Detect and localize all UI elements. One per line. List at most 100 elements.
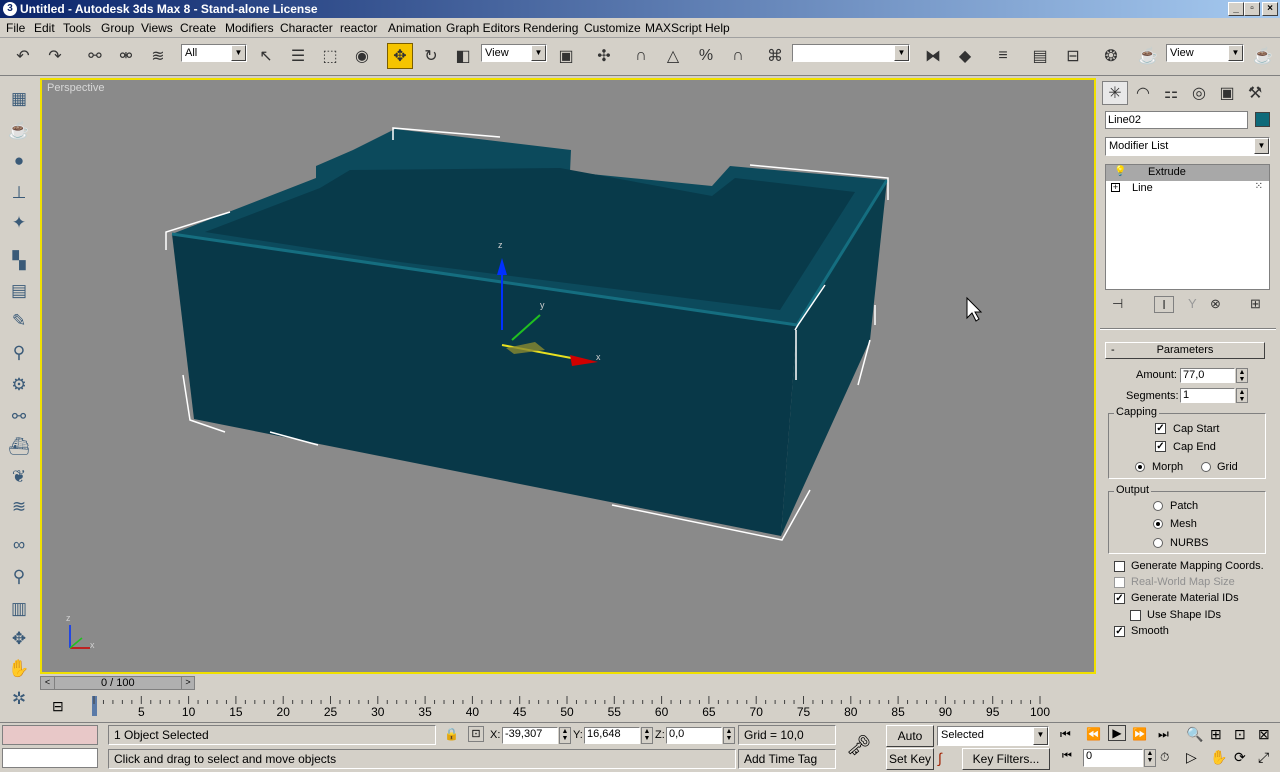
key-mode-toggle-icon[interactable]: ⏮ <box>1062 750 1072 763</box>
grid-radio[interactable] <box>1201 462 1211 472</box>
curve-editor-icon[interactable]: ▤ <box>1027 43 1053 69</box>
menu-tools[interactable]: Tools <box>63 21 91 35</box>
render-scene-icon[interactable]: ☕ <box>1135 43 1161 69</box>
remove-modifier-icon[interactable]: ⊗ <box>1210 296 1221 312</box>
amount-spinner[interactable]: 77,0 ▲ ▼ <box>1180 368 1248 383</box>
play-icon[interactable]: ▶ <box>1108 725 1126 741</box>
show-end-result-icon[interactable]: Ι <box>1154 296 1174 313</box>
menu-file[interactable]: File <box>6 21 25 35</box>
generate-matids-checkbox[interactable]: ✓ <box>1114 593 1125 604</box>
schematic-view-icon[interactable]: ⊟ <box>1060 43 1086 69</box>
select-object-icon[interactable]: ↖ <box>253 43 279 69</box>
select-and-rotate-icon[interactable]: ↻ <box>418 43 444 69</box>
menu-maxscript[interactable]: MAXScript <box>645 21 702 35</box>
reference-coordinate-dropdown[interactable]: View ▼ <box>481 44 547 62</box>
go-to-end-icon[interactable]: ⏭ <box>1158 727 1169 742</box>
create-tab-icon[interactable]: ✳ <box>1102 81 1128 105</box>
menu-customize[interactable]: Customize <box>584 21 641 35</box>
named-selection-dropdown[interactable]: ▼ <box>792 44 910 62</box>
settings-wheel-icon[interactable]: ✲ <box>6 686 32 712</box>
maxscript-listener-white[interactable] <box>2 748 98 768</box>
star-icon[interactable]: ✦ <box>6 210 32 236</box>
layer-manager-icon[interactable]: ≡ <box>990 43 1016 69</box>
select-and-link-icon[interactable]: ⚯ <box>82 43 108 69</box>
biped-icon[interactable]: ⚲ <box>6 564 32 590</box>
use-shape-ids-checkbox[interactable] <box>1130 610 1141 621</box>
pivot-center-icon[interactable]: ▣ <box>553 43 579 69</box>
menu-help[interactable]: Help <box>705 21 730 35</box>
real-world-checkbox[interactable] <box>1114 577 1125 588</box>
redo-icon[interactable]: ↷ <box>42 43 68 69</box>
configure-sets-icon[interactable]: ⊞ <box>1250 296 1261 312</box>
patch-radio[interactable] <box>1153 501 1163 511</box>
stack-item-extrude[interactable]: 💡 Extrude <box>1106 165 1269 181</box>
maxscript-listener-pink[interactable] <box>2 725 98 745</box>
gear-icon[interactable]: ⚙ <box>6 372 32 398</box>
key-mode-dropdown[interactable]: Selected ▼ <box>937 726 1049 746</box>
object-color-swatch[interactable] <box>1255 112 1270 127</box>
modifier-list-dropdown[interactable]: Modifier List ▼ <box>1105 137 1270 156</box>
align-icon[interactable]: ◆ <box>952 43 978 69</box>
unlink-icon[interactable]: ⚮ <box>113 43 139 69</box>
hand-icon[interactable]: ✋ <box>6 656 32 682</box>
edit-named-selection-icon[interactable]: ⌘ <box>762 43 788 69</box>
menu-views[interactable]: Views <box>141 21 173 35</box>
go-to-start-icon[interactable]: ⏮ <box>1060 727 1071 742</box>
y-coordinate-field[interactable]: 16,648 ▲ ▼ <box>584 727 653 744</box>
angle-snap-icon[interactable]: △ <box>660 43 686 69</box>
undo-icon[interactable]: ↶ <box>10 43 36 69</box>
menu-reactor[interactable]: reactor <box>340 21 377 35</box>
mesh-radio[interactable] <box>1153 519 1163 529</box>
menu-edit[interactable]: Edit <box>34 21 55 35</box>
minimize-button[interactable]: _ <box>1228 2 1244 16</box>
cap-end-checkbox[interactable]: ✓ <box>1155 441 1166 452</box>
select-manipulate-icon[interactable]: ✣ <box>591 43 617 69</box>
auto-key-button[interactable]: Auto Key <box>886 725 934 763</box>
select-and-move-icon[interactable]: ✥ <box>387 43 413 69</box>
bind-space-warp-icon[interactable]: ≋ <box>145 43 171 69</box>
menu-create[interactable]: Create <box>180 21 216 35</box>
next-frame-icon[interactable]: > <box>181 676 195 690</box>
hierarchy-tab-icon[interactable]: ⚏ <box>1158 81 1184 105</box>
bone-icon[interactable]: ⚯ <box>6 404 32 430</box>
object-name-field[interactable]: Line02 <box>1105 111 1248 129</box>
render-view-dropdown[interactable]: View ▼ <box>1166 44 1244 62</box>
checker-icon[interactable]: ▚ <box>6 248 32 274</box>
maximize-viewport-icon[interactable]: ⤢ <box>1258 749 1269 766</box>
menu-character[interactable]: Character <box>280 21 333 35</box>
ship-icon[interactable]: ⛴ <box>6 434 32 460</box>
select-by-name-icon[interactable]: ☰ <box>285 43 311 69</box>
tape-icon[interactable]: ⚲ <box>6 340 32 366</box>
display-tab-icon[interactable]: ▣ <box>1214 81 1240 105</box>
percent-snap-icon[interactable]: % <box>693 43 719 69</box>
field-of-view-icon[interactable]: ▷ <box>1186 749 1197 766</box>
move-icon[interactable]: ✥ <box>6 626 32 652</box>
utilities-tab-icon[interactable]: ⚒ <box>1242 81 1268 105</box>
book-icon[interactable]: ▥ <box>6 596 32 622</box>
box-icon[interactable]: ▦ <box>6 86 32 112</box>
mirror-icon[interactable]: ⧓ <box>920 43 946 69</box>
generate-mapping-checkbox[interactable] <box>1114 561 1125 572</box>
cap-start-checkbox[interactable]: ✓ <box>1155 423 1166 434</box>
lock-selection-icon[interactable]: 🔒 <box>444 727 459 741</box>
link-icon[interactable]: ∞ <box>6 532 32 558</box>
morph-radio[interactable] <box>1135 462 1145 472</box>
set-key-button[interactable]: Set Key <box>886 748 934 770</box>
perspective-viewport[interactable]: Perspective y x z z x <box>40 78 1096 674</box>
time-slider-track[interactable]: < 0 / 100 <box>40 676 195 690</box>
next-frame-btn-icon[interactable]: ⏩ <box>1132 727 1147 741</box>
current-frame-field[interactable]: 0 ▲ ▼ <box>1083 749 1156 767</box>
material-editor-icon[interactable]: ❂ <box>1098 43 1124 69</box>
x-coordinate-field[interactable]: -39,307 ▲ ▼ <box>502 727 571 744</box>
zoom-all-icon[interactable]: ⊞ <box>1210 726 1222 743</box>
add-time-tag[interactable]: Add Time Tag <box>738 749 836 769</box>
menu-animation[interactable]: Animation <box>388 21 441 35</box>
arc-rotate-icon[interactable]: ⟳ <box>1234 749 1246 766</box>
zoom-extents-icon[interactable]: ⊡ <box>1234 726 1246 743</box>
prev-frame-icon[interactable]: < <box>41 677 55 689</box>
modify-tab-icon[interactable]: ◠ <box>1130 81 1156 105</box>
teapot-icon[interactable]: ☕ <box>6 118 32 144</box>
time-config-icon[interactable]: ⏱ <box>1160 750 1169 765</box>
snaps-toggle-icon[interactable]: ∩ <box>628 43 654 69</box>
smooth-checkbox[interactable]: ✓ <box>1114 626 1125 637</box>
